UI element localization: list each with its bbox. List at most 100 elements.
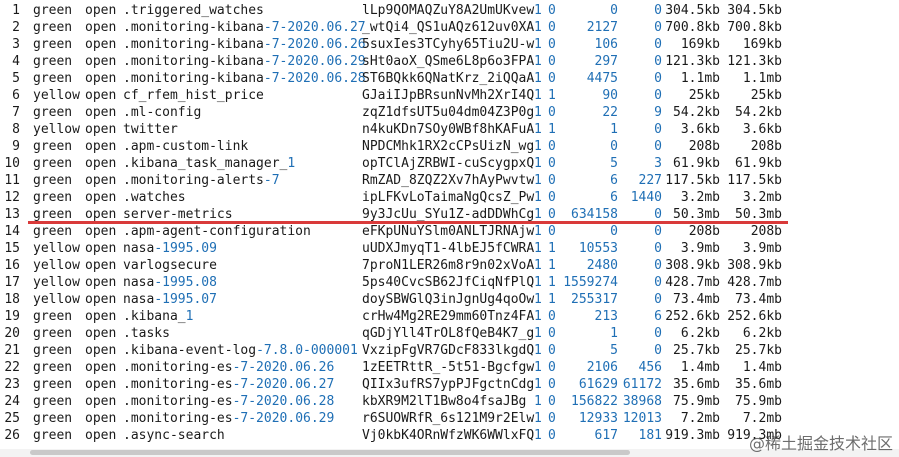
health-cell: yellow xyxy=(33,241,80,256)
status-cell: open xyxy=(85,156,117,171)
table-row: 19 green open .kibana_1 crHw4Mg2RE29mm60Tnz4… xyxy=(0,308,899,325)
index-name-base: .apm-custom-link xyxy=(123,139,249,154)
pri-cell: 1 xyxy=(534,241,542,256)
health-cell: green xyxy=(33,173,73,188)
health-cell: green xyxy=(33,105,73,120)
index-name-cell: .kibana_task_manager_1 xyxy=(123,155,295,172)
index-name-suffix: -7 xyxy=(263,173,280,188)
pri-store-size-cell: 54.2kb xyxy=(735,105,782,120)
health-cell: yellow xyxy=(33,275,80,290)
store-size-cell: 3.9mb xyxy=(680,241,720,256)
rep-cell: 0 xyxy=(548,71,556,86)
table-row: 1 green open .triggered_watches lLp9QOMAQZuY… xyxy=(0,2,899,19)
store-size-cell: 25.7kb xyxy=(673,343,720,358)
rep-cell: 0 xyxy=(548,37,556,52)
health-cell: green xyxy=(33,156,73,171)
store-size-cell: 6.2kb xyxy=(680,326,720,341)
index-name-base: .monitoring-kibana xyxy=(123,37,264,52)
status-cell: open xyxy=(85,275,117,290)
docs-deleted-cell: 0 xyxy=(654,292,662,307)
table-row: 5 green open .monitoring-kibana-7-2020.06.2… xyxy=(0,70,899,87)
rep-cell: 0 xyxy=(548,139,556,154)
docs-count-cell: 5 xyxy=(610,343,618,358)
status-cell: open xyxy=(85,54,117,69)
pri-cell: 1 xyxy=(534,156,542,171)
index-name-base: .tasks xyxy=(123,326,170,341)
store-size-cell: 169kb xyxy=(680,37,720,52)
docs-count-cell: 5 xyxy=(610,156,618,171)
line-number: 20 xyxy=(4,326,20,341)
uuid-cell: 5ps40CvcSB62JfCiqNfPlQ xyxy=(362,275,535,290)
pri-store-size-cell: 117.5kb xyxy=(727,173,782,188)
health-cell: green xyxy=(33,360,73,375)
table-row: 4 green open .monitoring-kibana-7-2020.06.2… xyxy=(0,53,899,70)
pri-cell: 1 xyxy=(534,411,542,426)
index-name-cell: .apm-agent-configuration xyxy=(123,223,311,240)
line-number: 11 xyxy=(4,173,20,188)
index-name-base: cf_rfem_hist_price xyxy=(123,88,264,103)
line-number: 10 xyxy=(4,156,20,171)
index-name-base: .monitoring-kibana xyxy=(123,71,264,86)
uuid-cell: 7proN1LER26m8r9n02xVoA xyxy=(362,258,535,273)
index-name-cell: .kibana-event-log-7.8.0-000001 xyxy=(123,342,358,359)
line-number: 13 xyxy=(4,207,20,222)
status-cell: open xyxy=(85,173,117,188)
docs-count-cell: 2480 xyxy=(586,258,618,273)
docs-deleted-cell: 0 xyxy=(654,3,662,18)
store-size-cell: 73.4mb xyxy=(673,292,720,307)
status-cell: open xyxy=(85,3,117,18)
status-cell: open xyxy=(85,326,117,341)
status-cell: open xyxy=(85,37,117,52)
pri-cell: 1 xyxy=(534,20,542,35)
line-number: 6 xyxy=(12,88,20,103)
pri-store-size-cell: 7.2mb xyxy=(742,411,782,426)
line-number: 8 xyxy=(12,122,20,137)
status-cell: open xyxy=(85,88,117,103)
rep-cell: 1 xyxy=(548,241,556,256)
index-name-cell: .watches xyxy=(123,189,186,206)
table-row: 3 green open .monitoring-kibana-7-2020.06.2… xyxy=(0,36,899,53)
pri-cell: 1 xyxy=(534,37,542,52)
docs-count-cell: 297 xyxy=(594,54,618,69)
rep-cell: 0 xyxy=(548,360,556,375)
health-cell: green xyxy=(33,224,73,239)
health-cell: green xyxy=(33,377,73,392)
uuid-cell: n4kuKDn7SOy0WBf8hKAFuA xyxy=(362,122,535,137)
docs-deleted-cell: 456 xyxy=(638,360,662,375)
store-size-cell: 1.4mb xyxy=(680,360,720,375)
store-size-cell: 208b xyxy=(688,139,720,154)
line-number: 15 xyxy=(4,241,20,256)
table-row: 11 green open .monitoring-alerts-7 RmZAD_8ZQ… xyxy=(0,172,899,189)
line-number: 5 xyxy=(12,71,20,86)
index-name-suffix: -1995.09 xyxy=(154,241,217,256)
scrollbar-thumb[interactable] xyxy=(30,450,630,455)
health-cell: green xyxy=(33,309,73,324)
status-cell: open xyxy=(85,224,117,239)
rep-cell: 0 xyxy=(548,343,556,358)
pri-store-size-cell: 3.9mb xyxy=(742,241,782,256)
store-size-cell: 919.3mb xyxy=(665,428,720,443)
table-row: 7 green open .ml-config zqZ1dfsUT5u04dm04Z3P… xyxy=(0,104,899,121)
docs-count-cell: 2127 xyxy=(586,20,618,35)
index-name-base: .monitoring-es xyxy=(123,411,233,426)
line-number: 17 xyxy=(4,275,20,290)
index-name-suffix: -7-2020.06.29 xyxy=(263,54,366,69)
index-name-cell: twitter xyxy=(123,121,178,138)
rep-cell: 0 xyxy=(548,411,556,426)
docs-deleted-cell: 38968 xyxy=(622,394,662,409)
index-name-suffix: -1995.08 xyxy=(154,275,217,290)
docs-count-cell: 106 xyxy=(594,37,618,52)
pri-store-size-cell: 3.6kb xyxy=(742,122,782,137)
health-cell: yellow xyxy=(33,88,80,103)
pri-store-size-cell: 208b xyxy=(750,224,782,239)
pri-cell: 1 xyxy=(534,275,542,290)
rep-cell: 0 xyxy=(548,20,556,35)
docs-count-cell: 156822 xyxy=(571,394,618,409)
pri-store-size-cell: 252.6kb xyxy=(727,309,782,324)
health-cell: green xyxy=(33,71,73,86)
docs-count-cell: 617 xyxy=(594,428,618,443)
uuid-cell: NPDCMhk1RX2cCPsUizN_wg xyxy=(362,139,535,154)
uuid-cell: ipLFKvLoTaimaNgQcsZ_Pw xyxy=(362,190,535,205)
docs-deleted-cell: 181 xyxy=(638,428,662,443)
store-size-cell: 25kb xyxy=(688,88,720,103)
